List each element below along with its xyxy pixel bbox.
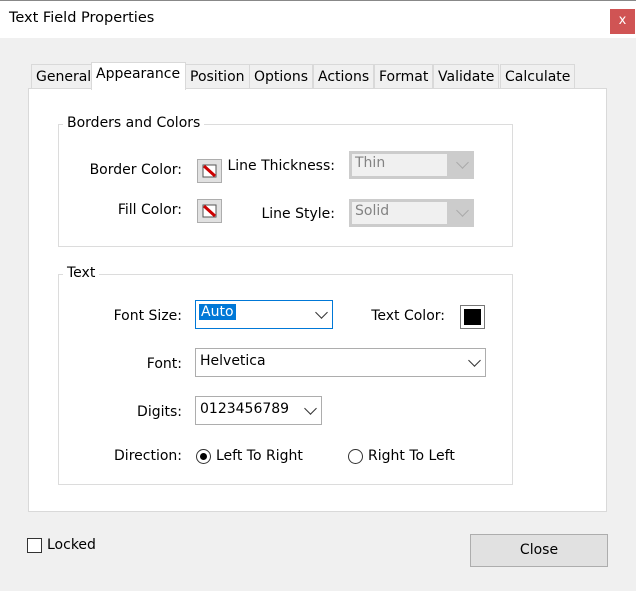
text-color-button[interactable] bbox=[460, 305, 485, 329]
border-color-button[interactable] bbox=[197, 159, 222, 183]
digits-value: 0123456789 bbox=[200, 401, 290, 417]
locked-label[interactable]: Locked bbox=[47, 537, 96, 553]
borders-colors-label: Borders and Colors bbox=[63, 115, 205, 131]
text-color-swatch bbox=[464, 309, 481, 325]
borders-colors-group bbox=[58, 124, 513, 247]
chevron-down-icon bbox=[456, 204, 469, 217]
tab-calculate[interactable]: Calculate bbox=[500, 64, 576, 89]
font-label: Font: bbox=[146, 356, 182, 372]
chevron-down-icon bbox=[304, 401, 317, 415]
text-group-label: Text bbox=[63, 265, 100, 281]
border-color-label: Border Color: bbox=[89, 162, 182, 178]
tab-actions[interactable]: Actions bbox=[313, 64, 375, 89]
chevron-down-icon bbox=[468, 353, 481, 367]
locked-checkbox[interactable] bbox=[27, 538, 42, 553]
font-value: Helvetica bbox=[200, 353, 266, 369]
tab-validate[interactable]: Validate bbox=[433, 64, 500, 89]
rtl-label[interactable]: Right To Left bbox=[368, 448, 455, 464]
chevron-down-icon bbox=[315, 305, 328, 319]
direction-label: Direction: bbox=[114, 448, 182, 464]
tab-general[interactable]: General bbox=[31, 64, 97, 89]
window-close-button[interactable]: x bbox=[610, 9, 635, 34]
digits-label: Digits: bbox=[137, 404, 182, 420]
tab-appearance[interactable]: Appearance bbox=[91, 62, 186, 90]
close-button[interactable]: Close bbox=[470, 534, 608, 567]
font-size-select[interactable]: Auto bbox=[195, 300, 333, 329]
ltr-radio[interactable] bbox=[196, 449, 211, 464]
line-style-label: Line Style: bbox=[261, 206, 335, 222]
font-select[interactable]: Helvetica bbox=[195, 348, 486, 377]
line-thickness-value: Thin bbox=[352, 154, 447, 176]
font-size-value: Auto bbox=[199, 304, 236, 320]
text-color-label: Text Color: bbox=[371, 308, 445, 324]
font-size-label: Font Size: bbox=[113, 308, 182, 324]
line-thickness-select[interactable]: Thin bbox=[349, 151, 474, 179]
fill-color-button[interactable] bbox=[197, 199, 222, 223]
no-color-icon bbox=[202, 204, 217, 218]
tab-position[interactable]: Position bbox=[185, 64, 250, 89]
tab-options[interactable]: Options bbox=[249, 64, 314, 89]
ltr-label[interactable]: Left To Right bbox=[216, 448, 303, 464]
line-thickness-label: Line Thickness: bbox=[227, 158, 335, 174]
tab-format[interactable]: Format bbox=[374, 64, 434, 89]
fill-color-label: Fill Color: bbox=[117, 202, 182, 218]
window-title: Text Field Properties bbox=[9, 10, 155, 26]
line-style-value: Solid bbox=[352, 202, 447, 224]
digits-select[interactable]: 0123456789 bbox=[195, 396, 322, 425]
line-style-select[interactable]: Solid bbox=[349, 199, 474, 227]
chevron-down-icon bbox=[456, 156, 469, 169]
no-color-icon bbox=[202, 164, 217, 178]
rtl-radio[interactable] bbox=[348, 449, 363, 464]
